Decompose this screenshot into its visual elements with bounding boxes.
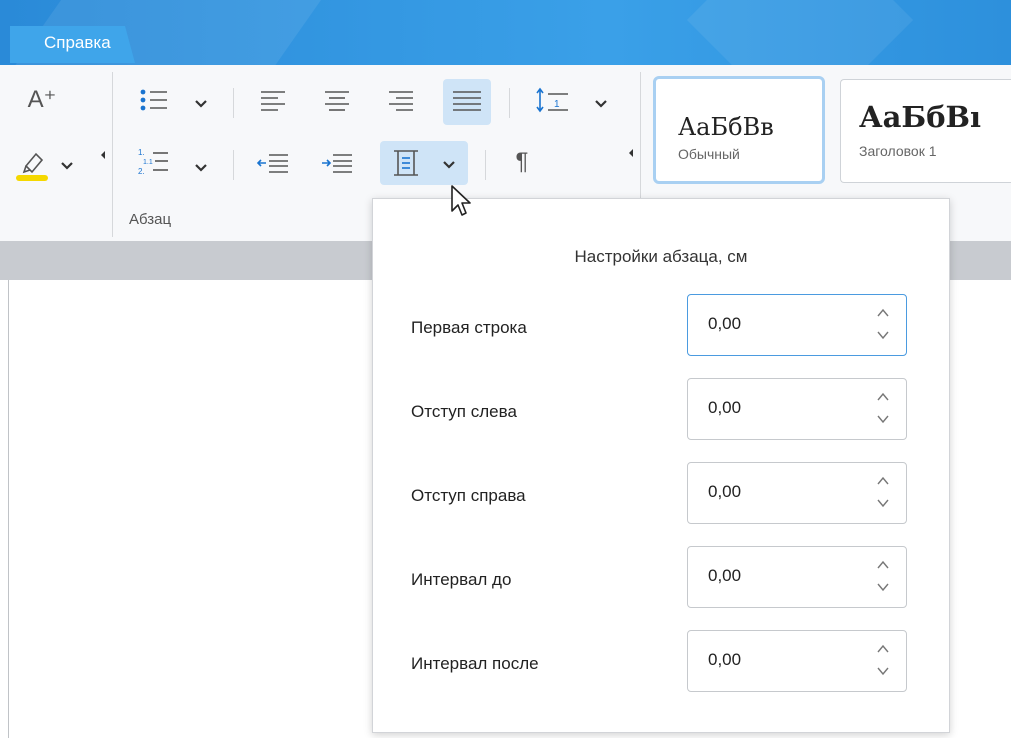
separator bbox=[509, 88, 510, 118]
show-formatting-marks-icon[interactable]: ¶ bbox=[508, 150, 536, 178]
svg-text:1.: 1. bbox=[138, 148, 145, 157]
separator bbox=[233, 150, 234, 180]
indent-right-value: 0,00 bbox=[708, 482, 742, 501]
group-separator bbox=[112, 72, 113, 237]
decrease-indent-icon bbox=[256, 154, 288, 173]
align-right-button[interactable] bbox=[386, 88, 416, 119]
align-center-icon bbox=[325, 91, 349, 111]
paragraph-settings-popup: Настройки абзаца, см Первая строка 0,00 … bbox=[372, 198, 950, 733]
style-heading1-card[interactable]: АаБбВı Заголовок 1 bbox=[840, 79, 1011, 183]
numbered-list-icon: 1. 1.1 2. bbox=[138, 148, 168, 176]
spin-down-icon[interactable] bbox=[876, 664, 890, 678]
indent-right-spinbox[interactable]: 0,00 bbox=[687, 462, 907, 524]
bulleted-list-button[interactable] bbox=[135, 86, 171, 121]
spin-down-icon[interactable] bbox=[876, 328, 890, 342]
spacing-after-value: 0,00 bbox=[708, 650, 742, 669]
spin-up-icon[interactable] bbox=[876, 390, 890, 404]
style-heading1-sample: АаБбВı bbox=[859, 100, 982, 134]
separator bbox=[233, 88, 234, 118]
decrease-indent-button[interactable] bbox=[256, 150, 290, 181]
indent-left-value: 0,00 bbox=[708, 398, 742, 417]
highlighter-icon bbox=[16, 152, 48, 181]
font-group-expand-icon[interactable] bbox=[100, 147, 106, 165]
align-right-icon bbox=[389, 91, 413, 111]
style-heading1-name: Заголовок 1 bbox=[859, 143, 937, 159]
first-line-value: 0,00 bbox=[708, 314, 742, 333]
spin-down-icon[interactable] bbox=[876, 580, 890, 594]
indent-left-spinbox[interactable]: 0,00 bbox=[687, 378, 907, 440]
bulleted-list-icon bbox=[140, 89, 167, 111]
mouse-cursor-icon bbox=[451, 185, 471, 216]
svg-text:1: 1 bbox=[554, 99, 560, 110]
paragraph-settings-chevron-icon bbox=[443, 161, 455, 169]
svg-text:1.1: 1.1 bbox=[143, 159, 153, 166]
spacing-before-value: 0,00 bbox=[708, 566, 742, 585]
popup-title: Настройки абзаца, см bbox=[574, 247, 748, 266]
spacing-after-spinbox[interactable]: 0,00 bbox=[687, 630, 907, 692]
numbered-list-chevron-icon[interactable] bbox=[194, 160, 208, 178]
style-normal-name: Обычный bbox=[678, 146, 740, 162]
separator bbox=[485, 150, 486, 180]
indent-left-label: Отступ слева bbox=[411, 402, 517, 421]
spacing-after-label: Интервал после bbox=[411, 654, 539, 673]
first-line-spinbox[interactable]: 0,00 bbox=[687, 294, 907, 356]
paragraph-settings-button[interactable] bbox=[380, 141, 468, 185]
spin-up-icon[interactable] bbox=[876, 306, 890, 320]
spin-up-icon[interactable] bbox=[876, 558, 890, 572]
document-edge bbox=[8, 280, 9, 738]
increase-indent-icon bbox=[322, 154, 352, 173]
align-justify-icon bbox=[453, 91, 481, 111]
spin-up-icon[interactable] bbox=[876, 642, 890, 656]
menu-tab-help-label: Справка bbox=[44, 33, 111, 52]
first-line-label: Первая строка bbox=[411, 318, 527, 337]
indent-right-label: Отступ справа bbox=[411, 486, 526, 505]
align-left-button[interactable] bbox=[258, 88, 288, 119]
spacing-before-label: Интервал до bbox=[411, 570, 512, 589]
paragraph-settings-icon bbox=[394, 150, 418, 176]
highlight-dropdown-chevron-icon[interactable] bbox=[60, 158, 74, 174]
increase-indent-button[interactable] bbox=[320, 150, 354, 181]
highlight-color-button[interactable] bbox=[16, 146, 50, 182]
spin-up-icon[interactable] bbox=[876, 474, 890, 488]
style-normal-card[interactable]: АаБбВв Обычный bbox=[653, 76, 825, 184]
spin-down-icon[interactable] bbox=[876, 496, 890, 510]
style-normal-sample: АаБбВв bbox=[678, 113, 774, 141]
bulleted-list-chevron-icon[interactable] bbox=[194, 96, 208, 114]
spin-down-icon[interactable] bbox=[876, 412, 890, 426]
align-justify-button[interactable] bbox=[443, 79, 491, 125]
font-size-increase-icon[interactable]: A⁺ bbox=[22, 88, 62, 118]
numbered-list-button[interactable]: 1. 1.1 2. bbox=[135, 146, 171, 185]
menu-tab-help[interactable]: Справка bbox=[10, 26, 135, 63]
spacing-before-spinbox[interactable]: 0,00 bbox=[687, 546, 907, 608]
line-spacing-icon: 1 bbox=[536, 87, 568, 113]
align-left-icon bbox=[261, 91, 285, 111]
menu-bar: Справка bbox=[0, 0, 1011, 65]
svg-text:2.: 2. bbox=[138, 167, 145, 176]
line-spacing-button[interactable]: 1 bbox=[534, 86, 574, 121]
paragraph-group-expand-icon[interactable] bbox=[628, 145, 634, 163]
line-spacing-chevron-icon[interactable] bbox=[594, 96, 608, 114]
align-center-button[interactable] bbox=[322, 88, 352, 119]
paragraph-group-label: Абзац bbox=[129, 211, 172, 228]
